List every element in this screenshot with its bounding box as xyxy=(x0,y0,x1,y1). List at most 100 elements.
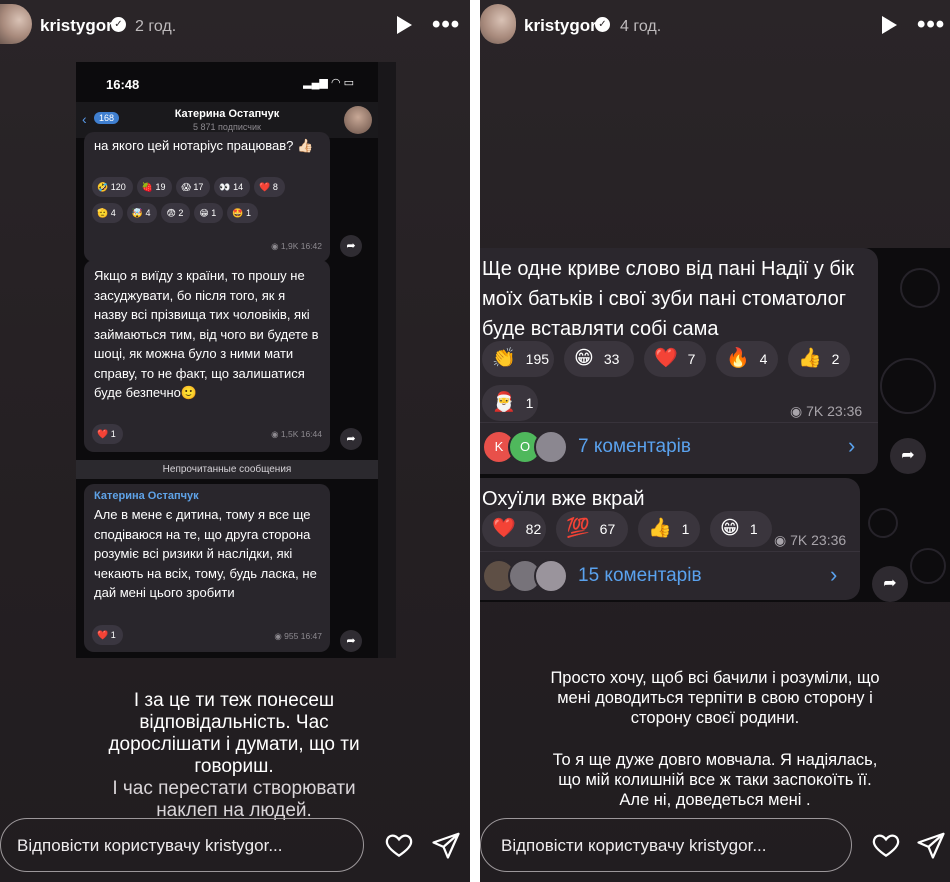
reply-input[interactable]: Відповісти користувачу kristygor... xyxy=(480,818,852,872)
avatar[interactable] xyxy=(0,4,32,44)
reaction-chip[interactable]: 🤩 1 xyxy=(227,203,259,223)
reaction-chip[interactable]: 🎅 1 xyxy=(482,385,538,421)
story-time: 2 год. xyxy=(135,18,177,35)
reaction-chip[interactable]: ❤️ 8 xyxy=(254,177,285,197)
reaction-chip[interactable]: 😱 17 xyxy=(176,177,211,197)
reaction-chip[interactable]: 🤯 4 xyxy=(126,203,158,223)
message-bubble: Охуїли вже вкрай ❤️ 82 💯 67 👍 1 😁 1 ◉ 7K 23:36 … xyxy=(480,478,860,600)
background-doodle xyxy=(900,268,940,308)
reaction-chip[interactable]: 😨 2 xyxy=(161,203,191,223)
reaction-count: 19 xyxy=(155,182,166,192)
share-arrow-icon[interactable]: ➦ xyxy=(890,438,926,474)
message-meta: ◉ 7K 23:36 xyxy=(790,403,863,419)
background-doodle xyxy=(868,508,898,538)
chevron-right-icon[interactable]: › xyxy=(830,562,837,588)
reaction-count: 4 xyxy=(759,351,768,367)
reaction-count: 1 xyxy=(110,429,116,439)
reaction-emoji: 🔥 xyxy=(726,348,750,369)
more-options-icon[interactable]: ••• xyxy=(917,13,945,37)
share-arrow-icon[interactable]: ➦ xyxy=(872,566,908,602)
reply-placeholder: Відповісти користувачу kristygor... xyxy=(501,836,767,855)
story-left[interactable]: kristygor ✓ 2 год. ••• 16:48 ▂▄▆ ◠ ▭ ‹ 1… xyxy=(0,0,470,882)
verified-badge-icon: ✓ xyxy=(111,17,126,32)
telegram-screenshot: 16:48 ▂▄▆ ◠ ▭ ‹ 168 Катерина Остапчук 5 … xyxy=(76,62,378,658)
reaction-emoji: 💯 xyxy=(566,518,590,539)
message-bubble: Ще одне криве слово від пані Надії у бік… xyxy=(480,248,878,474)
heart-icon[interactable] xyxy=(384,830,414,860)
reaction-chip[interactable]: 👀 14 xyxy=(214,177,251,197)
comments-link[interactable]: 7 коментарів xyxy=(578,436,691,458)
comments-row[interactable]: 15 коментарів › xyxy=(480,551,860,599)
username[interactable]: kristygor xyxy=(40,16,113,36)
story-caption: І за це ти теж понесеш відповідальність.… xyxy=(108,690,360,777)
reaction-emoji: 😁 xyxy=(574,348,594,369)
reaction-chip[interactable]: 👏 195 xyxy=(482,341,554,377)
send-icon[interactable] xyxy=(916,830,946,860)
reaction-count: 1 xyxy=(246,208,252,218)
reaction-count: 2 xyxy=(831,351,840,367)
reaction-count: 2 xyxy=(178,208,184,218)
telegram-screenshot: Ще одне криве слово від пані Надії у бік… xyxy=(480,248,950,602)
reaction-emoji: 👍 xyxy=(798,348,822,369)
reaction-emoji: 😁 xyxy=(720,518,740,539)
heart-icon[interactable] xyxy=(871,830,901,860)
story-header: kristygor ✓ 2 год. ••• xyxy=(0,0,470,52)
reaction-count: 1 xyxy=(525,395,534,411)
reaction-count: 82 xyxy=(525,521,542,537)
channel-subscribers: 5 871 подписчик xyxy=(193,122,261,132)
reaction-emoji: 🍓 xyxy=(141,182,156,192)
comments-link[interactable]: 15 коментарів xyxy=(578,565,702,587)
reaction-chip[interactable]: 🍓 19 xyxy=(136,177,173,197)
reaction-chip[interactable]: ❤️ 82 xyxy=(482,511,546,547)
avatar[interactable] xyxy=(480,4,516,44)
reaction-emoji: ❤️ xyxy=(97,630,111,640)
story-caption-secondary: То я ще дуже довго мовчала. Я надіялась,… xyxy=(552,751,878,809)
reaction-chip[interactable]: 👍 1 xyxy=(638,511,700,547)
message-bubble: на якого цей нотаріус працював? 👍🏻 🤣 120… xyxy=(84,132,330,262)
message-bubble: Катерина Остапчук Але в мене є дитина, т… xyxy=(84,484,330,652)
reaction-emoji: ❤️ xyxy=(654,348,678,369)
message-text: Якщо я виїду з країни, то прошу не засуд… xyxy=(94,268,319,400)
reaction-count: 17 xyxy=(193,182,204,192)
reply-input[interactable]: Відповісти користувачу kristygor... xyxy=(0,818,364,872)
reaction-chip[interactable]: 😁 1 xyxy=(194,203,224,223)
reaction-chip[interactable]: ❤️ 7 xyxy=(644,341,706,377)
chevron-right-icon[interactable]: › xyxy=(848,433,855,459)
message-text: Але в мене є дитина, тому я все ще споді… xyxy=(94,507,317,600)
reaction-count: 7 xyxy=(687,351,696,367)
send-icon[interactable] xyxy=(431,830,461,860)
reaction-chip[interactable]: 🤣 120 xyxy=(92,177,133,197)
reaction-count: 120 xyxy=(110,182,126,192)
verified-badge-icon: ✓ xyxy=(595,17,610,32)
reaction-count: 1 xyxy=(749,521,758,537)
reaction-emoji: ❤️ xyxy=(492,518,516,539)
reaction-count: 33 xyxy=(603,351,620,367)
play-icon[interactable] xyxy=(397,16,412,34)
reaction-emoji: 🤩 xyxy=(232,208,246,218)
story-header: kristygor ✓ 4 год. ••• xyxy=(480,0,950,52)
status-icons: ▂▄▆ ◠ ▭ xyxy=(303,77,354,89)
username[interactable]: kristygor xyxy=(524,16,597,36)
reaction-emoji: 👏 xyxy=(492,348,516,369)
story-right[interactable]: kristygor ✓ 4 год. ••• Ще одне криве сло… xyxy=(480,0,950,882)
share-arrow-icon[interactable]: ➦ xyxy=(340,630,362,652)
reaction-chip[interactable]: 🫡 4 xyxy=(92,203,123,223)
more-options-icon[interactable]: ••• xyxy=(432,13,460,37)
background-doodle xyxy=(910,548,946,584)
reaction-chip[interactable]: 💯 67 xyxy=(556,511,628,547)
play-icon[interactable] xyxy=(882,16,897,34)
comments-row[interactable]: K O 7 коментарів › xyxy=(480,422,878,470)
reaction-chip[interactable]: 😁 33 xyxy=(564,341,634,377)
reaction-chip[interactable]: 👍 2 xyxy=(788,341,850,377)
reaction-emoji: 🤣 xyxy=(97,182,111,192)
reaction-count: 195 xyxy=(525,351,550,367)
message-meta: ◉ 1,9K 16:42 xyxy=(271,240,322,251)
reaction-chip[interactable]: ❤️ 1 xyxy=(92,625,123,645)
share-arrow-icon[interactable]: ➦ xyxy=(340,235,362,257)
reaction-chip[interactable]: 🔥 4 xyxy=(716,341,778,377)
reaction-count: 67 xyxy=(599,521,616,537)
reaction-chip[interactable]: ❤️ 1 xyxy=(92,424,123,444)
share-arrow-icon[interactable]: ➦ xyxy=(340,428,362,450)
reaction-count: 1 xyxy=(110,630,116,640)
reaction-chip[interactable]: 😁 1 xyxy=(710,511,772,547)
